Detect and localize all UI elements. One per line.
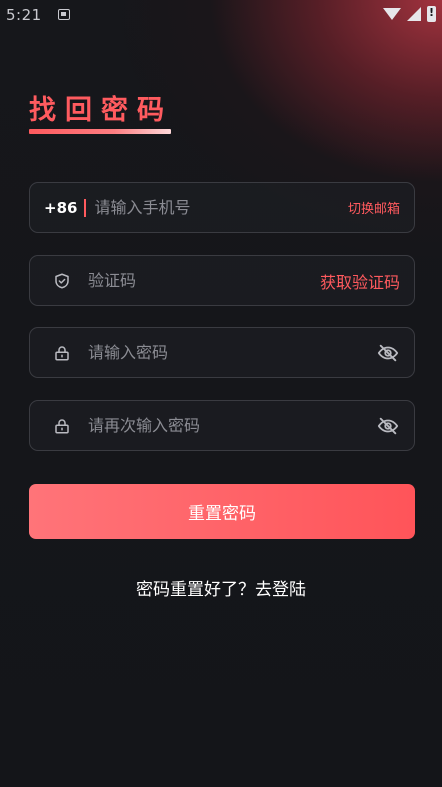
wifi-icon bbox=[383, 8, 401, 20]
battery-icon bbox=[427, 6, 436, 22]
cellular-icon bbox=[407, 7, 421, 21]
status-icons bbox=[383, 6, 436, 22]
eye-off-icon[interactable] bbox=[377, 415, 399, 437]
verification-code-input[interactable] bbox=[88, 271, 320, 290]
country-code[interactable]: +86 bbox=[44, 199, 77, 217]
status-time: 5:21 bbox=[6, 6, 42, 24]
go-login-link[interactable]: 密码重置好了？去登陆 bbox=[0, 575, 442, 600]
reset-password-screen: 5:21 找回密码 +86 切换邮箱 获取验证码 bbox=[0, 0, 442, 787]
eye-off-icon[interactable] bbox=[377, 342, 399, 364]
confirm-password-input[interactable] bbox=[88, 416, 377, 435]
get-code-button[interactable]: 获取验证码 bbox=[320, 269, 400, 293]
verification-code-field: 获取验证码 bbox=[29, 255, 415, 306]
password-field bbox=[29, 327, 415, 378]
title-underline bbox=[29, 129, 171, 134]
notification-icon bbox=[58, 9, 70, 20]
password-input[interactable] bbox=[88, 343, 377, 362]
status-bar: 5:21 bbox=[0, 0, 442, 30]
input-cursor-divider bbox=[84, 198, 87, 217]
lock-icon bbox=[55, 345, 69, 360]
shield-icon bbox=[55, 273, 69, 288]
switch-email-link[interactable]: 切换邮箱 bbox=[348, 198, 400, 217]
reset-password-button[interactable]: 重置密码 bbox=[29, 484, 415, 539]
lock-icon bbox=[55, 418, 69, 433]
page-title: 找回密码 bbox=[29, 95, 173, 126]
phone-field: +86 切换邮箱 bbox=[29, 182, 415, 233]
phone-input[interactable] bbox=[94, 198, 348, 217]
confirm-password-field bbox=[29, 400, 415, 451]
